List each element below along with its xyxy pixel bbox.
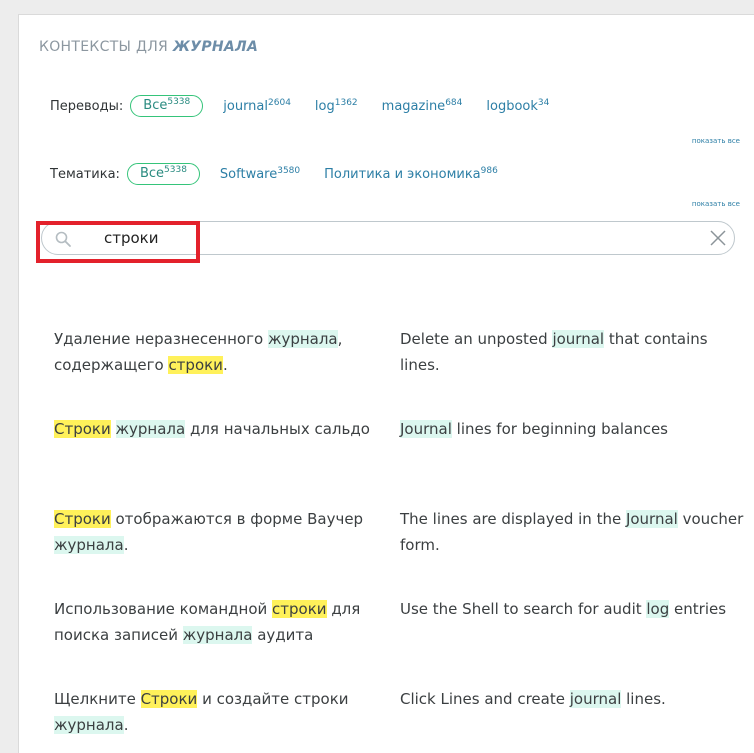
sentence-text: и создайте строки [197, 690, 349, 708]
term-highlight: журнала [182, 626, 253, 644]
source-sentence: Использование командной строки для поиск… [54, 596, 384, 648]
option-label: magazine [381, 98, 446, 114]
sentence-text: The lines are displayed in the [400, 510, 626, 528]
topics-show-all-link[interactable]: показать все [692, 200, 740, 208]
term-highlight: Journal [400, 420, 452, 438]
sentence-text: . [123, 536, 129, 554]
term-highlight: Journal [625, 510, 678, 528]
query-highlight: строки [272, 600, 327, 618]
option-count: 2604 [268, 97, 291, 108]
option-label: Политика и экономика [324, 166, 481, 182]
heading-word: ЖУРНАЛА [172, 39, 259, 55]
source-sentence: Щелкните Строки и создайте строки журнал… [54, 686, 384, 738]
sentence-text: Удаление неразнесенного [54, 330, 268, 348]
translations-all-pill[interactable]: Все5338 [130, 95, 204, 117]
translation-option-log[interactable]: log1362 [314, 97, 358, 114]
sentence-text [111, 420, 116, 438]
term-highlight: journal [569, 690, 622, 708]
close-icon[interactable] [708, 228, 728, 248]
sentence-text: Щелкните [54, 690, 141, 708]
term-highlight: журнала [267, 330, 338, 348]
topic-option-software[interactable]: Software3580 [219, 165, 301, 182]
source-sentence: Строки журнала для начальных сальдо [54, 416, 384, 442]
translation-option-magazine[interactable]: magazine684 [381, 97, 463, 114]
target-sentence: Journal lines for beginning balances [400, 416, 745, 442]
translation-option-journal[interactable]: journal2604 [223, 97, 291, 114]
translation-option-logbook[interactable]: logbook34 [486, 97, 550, 114]
topic-option-politics-economics[interactable]: Политика и экономика986 [324, 165, 498, 182]
sentence-text: entries [669, 600, 727, 618]
term-highlight: journal [552, 330, 605, 348]
annotation-highlight-box [36, 221, 200, 263]
option-label: journal [223, 98, 269, 114]
sentence-text: lines for beginning balances [451, 420, 668, 438]
translations-all-label: Все [143, 98, 168, 113]
topics-all-pill[interactable]: Все5338 [126, 163, 200, 185]
term-highlight: журнала [54, 716, 124, 734]
term-highlight: журнала [115, 420, 186, 438]
sentence-text: Использование командной [54, 600, 273, 618]
query-highlight: строки [168, 356, 223, 374]
translations-filter: Переводы: Все5338 journal2604 log1362 ma… [50, 93, 549, 119]
sentence-text: . [222, 356, 228, 374]
sentence-text: Delete an unposted [400, 330, 553, 348]
query-highlight: Строки [140, 690, 198, 708]
option-count: 684 [445, 97, 463, 108]
option-count: 1362 [334, 97, 358, 108]
option-label: logbook [486, 98, 538, 114]
target-sentence: Delete an unposted journal that contains… [400, 326, 745, 378]
query-highlight: Строки [54, 420, 111, 438]
translations-show-all-link[interactable]: показать все [692, 137, 740, 145]
sentence-text: для начальных сальдо [185, 420, 370, 438]
translations-all-count: 5338 [167, 97, 191, 107]
term-highlight: журнала [54, 536, 124, 554]
source-sentence: Удаление неразнесенного журнала, содержа… [54, 326, 384, 378]
topics-filter: Тематика: Все5338 Software3580 Политика … [50, 161, 498, 187]
topics-all-count: 5338 [164, 165, 187, 175]
sentence-text: lines. [621, 690, 666, 708]
option-count: 34 [537, 97, 550, 108]
target-sentence: Use the Shell to search for audit log en… [400, 596, 745, 622]
sentence-text: Click Lines and create [400, 690, 570, 708]
translations-label: Переводы: [50, 98, 124, 114]
target-sentence: The lines are displayed in the Journal v… [400, 506, 745, 558]
contexts-panel: КОНТЕКСТЫ ДЛЯ ЖУРНАЛА Переводы: Все5338 … [18, 14, 754, 753]
term-highlight: log [646, 600, 670, 618]
option-label: log [314, 98, 335, 114]
option-label: Software [219, 166, 278, 182]
heading-prefix: КОНТЕКСТЫ ДЛЯ [39, 39, 169, 55]
contexts-heading: КОНТЕКСТЫ ДЛЯ ЖУРНАЛА [39, 39, 258, 55]
sentence-text: аудита [252, 626, 314, 644]
topics-all-label: Все [139, 166, 165, 181]
target-sentence: Click Lines and create journal lines. [400, 686, 745, 712]
option-count: 986 [480, 165, 498, 176]
sentence-text: отображаются в форме Ваучер [110, 510, 364, 528]
source-sentence: Строки отображаются в форме Ваучер журна… [54, 506, 384, 558]
option-count: 3580 [277, 165, 301, 176]
sentence-text: Use the Shell to search for audit [400, 600, 647, 618]
query-highlight: Строки [54, 510, 111, 528]
sentence-text: . [123, 716, 129, 734]
topics-label: Тематика: [50, 166, 120, 182]
